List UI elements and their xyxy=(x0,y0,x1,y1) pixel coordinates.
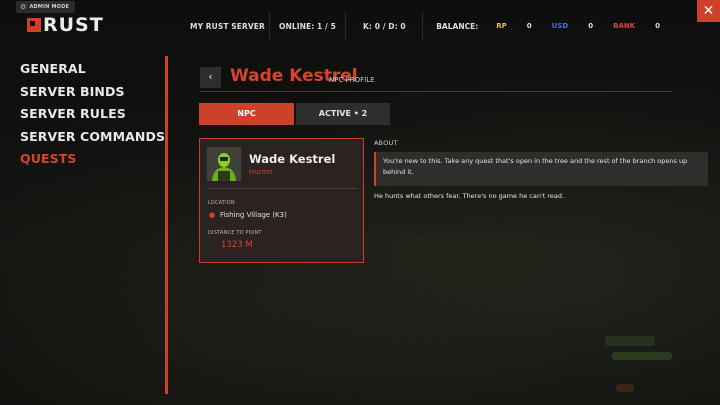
currency-bank-label: BANK xyxy=(613,22,636,30)
back-button[interactable]: ‹ xyxy=(200,67,221,88)
location-value: Fishing Village (K3) xyxy=(220,211,287,219)
logo-text: RUST xyxy=(43,14,104,36)
admin-mode-label: ADMIN MODE xyxy=(29,4,70,10)
about-label: ABOUT xyxy=(374,139,398,147)
sidebar-item-quests[interactable]: QUESTS xyxy=(20,152,165,175)
admin-mode-badge[interactable]: ⚙ ADMIN MODE xyxy=(16,1,76,13)
currency-rp-label: RP xyxy=(496,22,507,30)
quest-hint-box: You're new to this. Take any quest that'… xyxy=(374,152,708,186)
background-blob xyxy=(605,336,655,346)
location-row: ● Fishing Village (K3) xyxy=(209,211,287,219)
balance-group: BALANCE: RP 0 USD 0 BANK 0 xyxy=(423,22,680,31)
npc-role: Hunter xyxy=(249,168,274,176)
npc-name: Wade Kestrel xyxy=(249,152,336,166)
online-count: ONLINE: 1 / 5 xyxy=(278,21,336,31)
currency-rp-value: 0 xyxy=(526,22,532,30)
location-label: LOCATION xyxy=(208,200,235,206)
currency-usd-label: USD xyxy=(551,22,569,30)
background-blob xyxy=(616,384,634,392)
sidebar-item-general[interactable]: GENERAL xyxy=(20,62,165,85)
card-divider xyxy=(207,188,357,189)
quest-hint-text: You're new to this. Take any quest that'… xyxy=(383,157,688,176)
server-name: MY RUST SERVER xyxy=(190,21,265,31)
sidebar-item-server-rules[interactable]: SERVER RULES xyxy=(20,107,165,130)
currency-usd-value: 0 xyxy=(588,22,594,30)
rust-logo: RUST xyxy=(27,14,104,36)
npc-profile-card: Wade Kestrel Hunter LOCATION ● Fishing V… xyxy=(199,138,364,263)
background-blob xyxy=(395,235,535,280)
sidebar-nav: GENERAL SERVER BINDS SERVER RULES SERVER… xyxy=(20,62,165,175)
distance-value: 1323 M xyxy=(221,240,253,250)
sidebar-item-server-binds[interactable]: SERVER BINDS xyxy=(20,84,165,108)
tab-active-quests[interactable]: ACTIVE • 2 xyxy=(296,103,390,125)
sidebar-item-server-commands[interactable]: SERVER COMMANDS xyxy=(20,129,165,153)
npc-avatar-image xyxy=(207,147,241,181)
close-button[interactable]: ✕ xyxy=(697,0,720,22)
currency-bank-value: 0 xyxy=(655,22,660,30)
about-text: He hunts what others fear. There's no ga… xyxy=(374,192,565,200)
gear-icon: ⚙ xyxy=(20,2,27,11)
top-bar: MY RUST SERVER ONLINE: 1 / 5 K: 0 / D: 0… xyxy=(190,12,680,40)
header-divider xyxy=(200,91,673,92)
close-icon: ✕ xyxy=(702,3,715,19)
kill-death: K: 0 / D: 0 xyxy=(362,21,406,31)
sidebar-divider xyxy=(165,56,168,394)
background-blob xyxy=(612,352,672,360)
balance-label: BALANCE: xyxy=(436,21,479,31)
chevron-left-icon: ‹ xyxy=(208,70,213,83)
distance-label: DISTANCE TO POINT xyxy=(208,230,262,236)
logo-mark xyxy=(27,18,41,32)
map-pin-icon: ● xyxy=(209,211,216,219)
page-subtitle: NPC PROFILE xyxy=(329,76,375,84)
avatar xyxy=(207,147,241,181)
tab-npc[interactable]: NPC xyxy=(199,103,294,125)
